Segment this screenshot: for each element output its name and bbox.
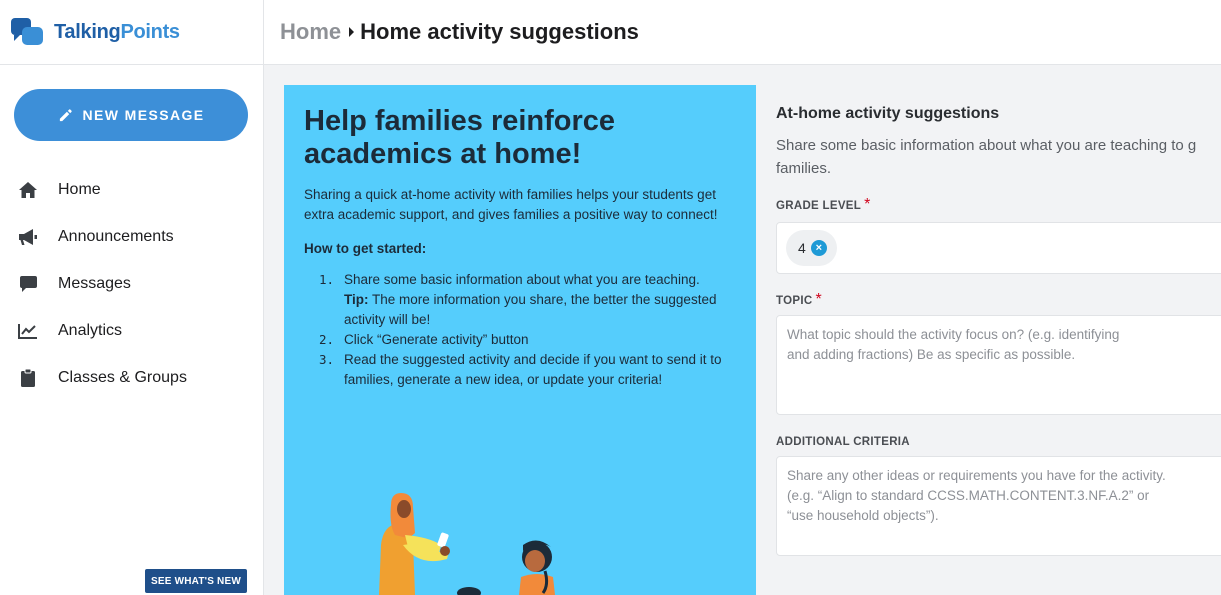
breadcrumb-home-link[interactable]: Home (280, 19, 341, 45)
form-description-cont: families. (776, 160, 832, 177)
sidebar-item-announcements[interactable]: Announcements (0, 213, 263, 260)
sidebar-item-label: Analytics (58, 321, 123, 339)
sidebar-item-label: Announcements (58, 227, 174, 245)
remove-chip-icon[interactable]: × (810, 240, 827, 256)
sidebar-item-label: Messages (58, 274, 131, 292)
sidebar: TalkingPoints NEW MESSAGE Home Announcem… (0, 0, 264, 595)
grade-level-select[interactable]: 4 × (776, 222, 1221, 274)
family-illustration (369, 485, 609, 595)
topic-textarea[interactable]: What topic should the activity focus on?… (776, 315, 1221, 415)
page-title: Home activity suggestions (360, 19, 639, 44)
line-chart-icon (18, 321, 38, 341)
additional-criteria-label: ADDITIONAL CRITERIA (776, 436, 910, 448)
pencil-icon (58, 108, 73, 123)
logo-text: TalkingPoints (54, 20, 180, 43)
criteria-placeholder: “use household objects”). (787, 508, 939, 523)
activity-form: At-home activity suggestions Share some … (757, 85, 1221, 595)
sidebar-nav: Home Announcements Messages Analytics Cl… (0, 166, 263, 401)
grade-chip: 4 × (786, 230, 837, 266)
sidebar-item-messages[interactable]: Messages (0, 260, 263, 307)
form-title: At-home activity suggestions (776, 105, 1000, 122)
new-message-label: NEW MESSAGE (82, 107, 205, 123)
list-item: 3. Read the suggested activity and decid… (318, 352, 722, 387)
list-item: 1. Share some basic information about wh… (318, 272, 717, 327)
see-whats-new-button[interactable]: SEE WHAT'S NEW (145, 569, 247, 593)
required-mark: * (815, 291, 822, 308)
grade-chip-label: 4 (798, 240, 806, 256)
form-description: Share some basic information about what … (776, 137, 1197, 154)
logo-icon (10, 17, 46, 47)
topic-placeholder: and adding fractions) Be as specific as … (787, 347, 1076, 362)
grade-level-label: GRADE LEVEL * (776, 196, 871, 213)
list-item: 2. Click “Generate activity” button (318, 332, 529, 347)
new-message-button[interactable]: NEW MESSAGE (14, 89, 248, 141)
hero-intro: Sharing a quick at-home activity with fa… (304, 187, 718, 222)
sidebar-item-label: Classes & Groups (58, 368, 187, 386)
megaphone-icon (18, 227, 38, 247)
instructions-panel: Help families reinforce academics at hom… (284, 85, 756, 595)
sidebar-item-analytics[interactable]: Analytics (0, 307, 263, 354)
hero-title: Help families reinforce academics at hom… (304, 105, 616, 170)
topic-label: TOPIC * (776, 291, 822, 308)
breadcrumb-caret-icon (349, 27, 355, 37)
steps-list: 1. Share some basic information about wh… (304, 270, 736, 390)
breadcrumb: Home Home activity suggestions (264, 0, 1221, 65)
home-icon (18, 180, 38, 200)
sidebar-item-classes-groups[interactable]: Classes & Groups (0, 354, 263, 401)
topic-placeholder: What topic should the activity focus on?… (787, 327, 1120, 342)
chat-bubble-icon (18, 274, 38, 294)
sidebar-item-label: Home (58, 180, 101, 198)
how-to-heading: How to get started: (304, 241, 427, 256)
additional-criteria-textarea[interactable]: Share any other ideas or requirements yo… (776, 456, 1221, 556)
criteria-placeholder: (e.g. “Align to standard CCSS.MATH.CONTE… (787, 488, 1150, 503)
sidebar-item-home[interactable]: Home (0, 166, 263, 213)
criteria-placeholder: Share any other ideas or requirements yo… (787, 468, 1166, 483)
clipboard-icon (18, 368, 38, 388)
logo[interactable]: TalkingPoints (0, 0, 263, 65)
required-mark: * (864, 196, 871, 213)
